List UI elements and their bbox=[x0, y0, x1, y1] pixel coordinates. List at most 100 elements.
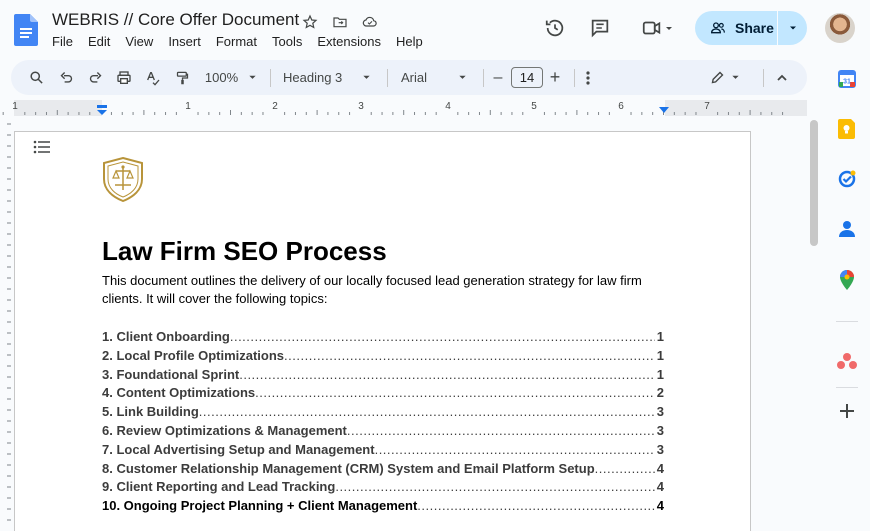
avatar[interactable] bbox=[825, 13, 855, 43]
toolbar: 100% Heading 3 Arial – 14 + bbox=[11, 60, 807, 95]
vertical-scrollbar[interactable] bbox=[808, 116, 820, 531]
zoom-value: 100% bbox=[204, 70, 239, 85]
font-size-input[interactable]: 14 bbox=[511, 67, 543, 88]
menu-format[interactable]: Format bbox=[216, 34, 264, 49]
toc-entry-title: 10. Ongoing Project Planning + Client Ma… bbox=[102, 498, 418, 514]
table-of-contents: 1. Client Onboarding 1 2. Local Profile O… bbox=[102, 329, 664, 517]
contacts-icon[interactable] bbox=[836, 218, 858, 240]
tasks-icon[interactable] bbox=[836, 168, 858, 190]
toc-entry[interactable]: 4. Content Optimizations 2 bbox=[102, 385, 664, 404]
share-main[interactable]: Share bbox=[695, 11, 777, 45]
law-firm-shield-logo bbox=[103, 157, 143, 202]
share-options-button[interactable] bbox=[778, 23, 807, 33]
toc-entry[interactable]: 9. Client Reporting and Lead Tracking 4 bbox=[102, 479, 664, 498]
toc-entry-page: 1 bbox=[656, 366, 664, 382]
menu-bar: File Edit View Insert Format Tools Exten… bbox=[52, 34, 438, 49]
ruler-label: 2 bbox=[272, 101, 278, 112]
share-button[interactable]: Share bbox=[695, 11, 807, 45]
vertical-ruler[interactable] bbox=[0, 120, 12, 531]
toc-entry-page: 1 bbox=[656, 347, 664, 363]
toc-entry[interactable]: 10. Ongoing Project Planning + Client Ma… bbox=[102, 498, 664, 517]
toc-entry-page: 1 bbox=[656, 329, 664, 344]
editing-mode-select[interactable] bbox=[705, 60, 745, 95]
toc-entry-page: 4 bbox=[656, 460, 664, 476]
increase-font-size-button[interactable]: + bbox=[546, 60, 564, 95]
horizontal-ruler[interactable]: 1 1 2 3 4 5 6 7 bbox=[0, 100, 807, 116]
menu-file[interactable]: File bbox=[52, 34, 80, 49]
toc-entry-title: 1. Client Onboarding bbox=[102, 329, 230, 344]
svg-text:31: 31 bbox=[843, 79, 851, 86]
menu-help[interactable]: Help bbox=[396, 34, 430, 49]
more-options-icon[interactable] bbox=[579, 60, 597, 95]
move-folder-icon[interactable] bbox=[330, 13, 350, 31]
toc-entry[interactable]: 7. Local Advertising Setup and Managemen… bbox=[102, 442, 664, 461]
pencil-icon bbox=[711, 71, 724, 84]
toc-entry-title: 5. Link Building bbox=[102, 404, 199, 420]
font-family-select[interactable]: Arial bbox=[395, 60, 473, 95]
calendar-icon[interactable]: 31 bbox=[836, 68, 858, 90]
document-outline-icon[interactable] bbox=[33, 139, 53, 155]
collapse-menus-icon[interactable] bbox=[772, 60, 792, 95]
chevron-down-icon bbox=[459, 75, 466, 79]
right-indent-marker[interactable] bbox=[658, 106, 670, 116]
decrease-font-size-button[interactable]: – bbox=[489, 60, 507, 95]
asana-icon[interactable] bbox=[836, 350, 858, 372]
toc-entry-page: 3 bbox=[656, 422, 664, 438]
toc-entry[interactable]: 8. Customer Relationship Management (CRM… bbox=[102, 461, 664, 480]
ruler-label: 4 bbox=[445, 101, 451, 112]
ruler-label: 5 bbox=[531, 101, 537, 112]
redo-icon[interactable] bbox=[84, 60, 106, 95]
ruler-label: 3 bbox=[358, 101, 364, 112]
docs-logo-icon[interactable] bbox=[14, 14, 38, 46]
add-icon[interactable] bbox=[836, 400, 858, 422]
menu-view[interactable]: View bbox=[125, 34, 160, 49]
toc-entry-page: 3 bbox=[656, 404, 664, 420]
paragraph-style-select[interactable]: Heading 3 bbox=[277, 60, 377, 95]
document-title[interactable]: WEBRIS // Core Offer Document bbox=[52, 10, 299, 30]
toc-entry-page: 4 bbox=[656, 498, 664, 514]
toc-entry[interactable]: 1. Client Onboarding 1 bbox=[102, 329, 664, 348]
comment-icon[interactable] bbox=[588, 17, 612, 39]
left-indent-marker[interactable] bbox=[96, 105, 108, 116]
side-panel: 31 bbox=[826, 60, 870, 531]
ruler-label: 7 bbox=[704, 101, 710, 112]
toc-entry[interactable]: 5. Link Building 3 bbox=[102, 404, 664, 423]
star-icon[interactable] bbox=[300, 13, 320, 31]
intro-paragraph[interactable]: This document outlines the delivery of o… bbox=[102, 272, 682, 308]
search-menus-icon[interactable] bbox=[25, 60, 47, 95]
toc-entry-title: 9. Client Reporting and Lead Tracking bbox=[102, 479, 336, 495]
chevron-down-icon bbox=[789, 26, 796, 30]
print-icon[interactable] bbox=[113, 60, 135, 95]
meet-camera-icon[interactable] bbox=[636, 17, 678, 39]
menu-insert[interactable]: Insert bbox=[168, 34, 208, 49]
paragraph-style-value: Heading 3 bbox=[283, 70, 343, 85]
document-heading[interactable]: Law Firm SEO Process bbox=[102, 236, 387, 267]
toc-entry[interactable]: 2. Local Profile Optimizations 1 bbox=[102, 348, 664, 367]
spellcheck-icon[interactable] bbox=[142, 60, 164, 95]
toc-entry-title: 3. Foundational Sprint bbox=[102, 366, 240, 382]
maps-icon[interactable] bbox=[836, 269, 858, 291]
menu-edit[interactable]: Edit bbox=[88, 34, 117, 49]
chevron-down-icon bbox=[666, 27, 672, 30]
ruler-label: 1 bbox=[12, 101, 18, 112]
cloud-status-icon[interactable] bbox=[360, 13, 380, 31]
paint-format-icon[interactable] bbox=[171, 60, 193, 95]
menu-tools[interactable]: Tools bbox=[272, 34, 309, 49]
toc-entry[interactable]: 3. Foundational Sprint 1 bbox=[102, 367, 664, 386]
keep-icon[interactable] bbox=[836, 118, 858, 140]
font-family-value: Arial bbox=[401, 70, 428, 85]
toc-entry-title: 7. Local Advertising Setup and Managemen… bbox=[102, 441, 375, 457]
share-label: Share bbox=[735, 20, 774, 36]
history-icon[interactable] bbox=[543, 17, 567, 39]
toc-entry-page: 3 bbox=[656, 441, 664, 457]
toc-entry-title: 4. Content Optimizations bbox=[102, 385, 256, 401]
menu-extensions[interactable]: Extensions bbox=[317, 34, 388, 49]
toc-entry-title: 6. Review Optimizations & Management bbox=[102, 422, 347, 438]
zoom-select[interactable]: 100% bbox=[201, 60, 261, 95]
chevron-down-icon bbox=[249, 75, 256, 79]
toc-entry-page: 4 bbox=[656, 479, 664, 495]
scrollbar-thumb[interactable] bbox=[810, 120, 818, 246]
chevron-down-icon bbox=[363, 75, 370, 79]
toc-entry[interactable]: 6. Review Optimizations & Management 3 bbox=[102, 423, 664, 442]
undo-icon[interactable] bbox=[55, 60, 77, 95]
